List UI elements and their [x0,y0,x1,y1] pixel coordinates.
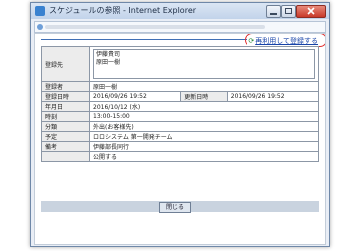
row-value: 外出(お客様先) [89,121,319,132]
row-label [41,151,90,162]
row-value: 2016/10/12 (水) [89,101,319,112]
row-label: 年月日 [41,101,90,112]
row-value: 2016/09/26 19:52 [226,91,320,102]
recipient-name: 伊藤貴司 [96,51,121,58]
row-label: 登録日時 [41,91,90,102]
row-value: 原田一樹 [89,81,319,92]
table-row: 年月日 2016/10/12 (水) [41,101,319,112]
close-button[interactable]: 閉じる [159,202,191,213]
reuse-icon: ⟳ [248,37,255,45]
table-row: 備考 伊藤部長同行 [41,141,319,152]
maximize-button[interactable] [281,5,296,18]
recipients-box: 伊藤貴司 原田一樹 [93,49,315,79]
close-window-button[interactable] [296,5,326,18]
row-label: 更新日時 [180,91,228,102]
browser-window: スケジュールの参照 - Internet Explorer ⟳再利用して登録する… [30,2,330,247]
address-url-blurred [45,25,265,29]
schedule-table: 登録先 伊藤貴司 原田一樹 登録者 原田一樹 登録日時 2016/09/26 1… [41,46,320,162]
schedule-view: ⟳再利用して登録する 登録先 伊藤貴司 原田一樹 登録者 原田一樹 登録日時 2… [34,33,326,245]
address-bar[interactable] [34,21,326,33]
title-bar: スケジュールの参照 - Internet Explorer [31,3,329,19]
row-value: 2016/09/26 19:52 [88,91,182,102]
table-row: 登録日時 2016/09/26 19:52 更新日時 2016/09/26 19… [41,91,320,102]
row-value: 公開する [89,151,319,162]
table-row: 予定 ロロシステム 第一開発チーム [41,131,319,142]
row-label: 時刻 [41,111,90,122]
row-value: 13:00-15:00 [89,111,319,122]
reuse-register-link[interactable]: ⟳再利用して登録する [247,36,319,46]
row-label: 備考 [41,141,90,152]
table-row: 公開する [41,151,319,162]
recipient-name: 原田一樹 [96,59,121,66]
reuse-link-label: 再利用して登録する [255,37,318,45]
page-icon [37,24,43,30]
table-row: 登録者 原田一樹 [41,81,319,92]
browser-icon [35,6,45,16]
row-label: 予定 [41,131,90,142]
row-label: 登録者 [41,81,90,92]
minimize-button[interactable] [266,5,281,18]
row-value: 伊藤部長同行 [89,141,319,152]
row-value: ロロシステム 第一開発チーム [89,131,319,142]
window-title: スケジュールの参照 - Internet Explorer [49,6,197,15]
table-row: 分類 外出(お客様先) [41,121,319,132]
row-label: 分類 [41,121,90,132]
table-row: 時刻 13:00-15:00 [41,111,319,122]
table-row: 登録先 伊藤貴司 原田一樹 [41,46,319,82]
row-label: 登録先 [41,46,90,82]
